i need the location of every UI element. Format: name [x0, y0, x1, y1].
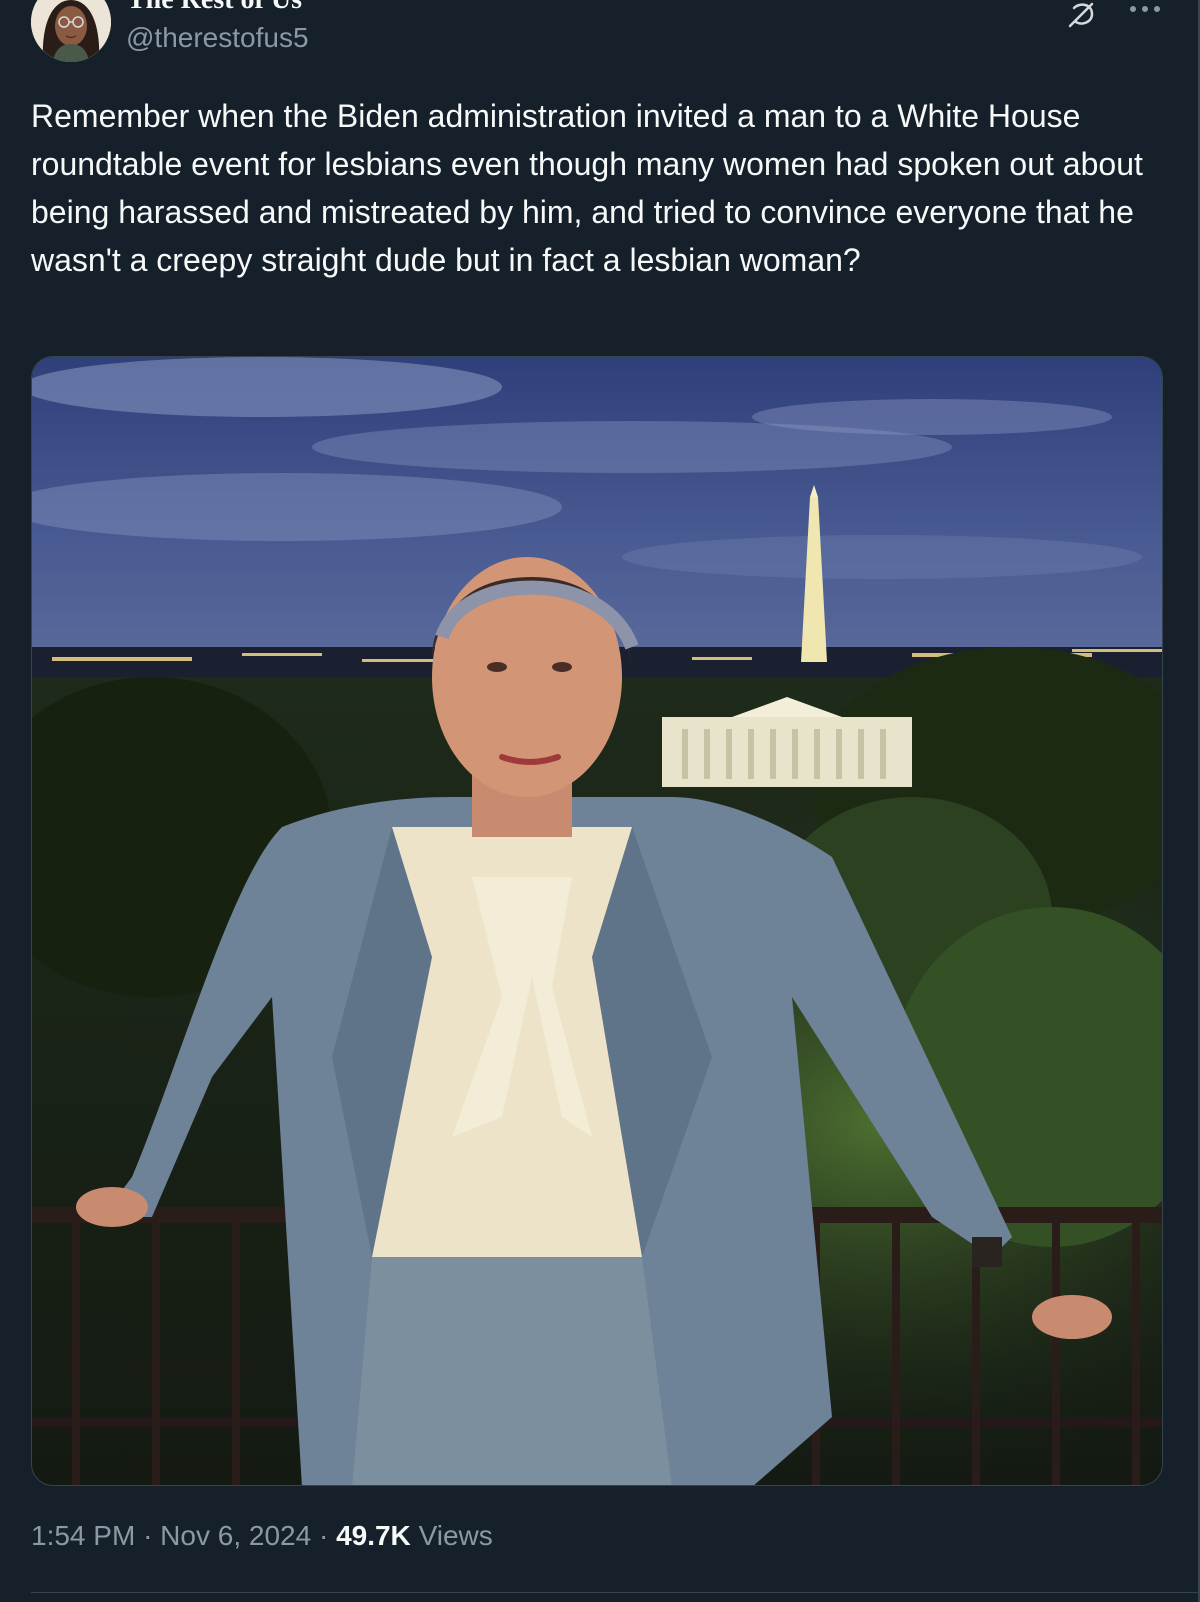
photo-illustration [32, 357, 1162, 1485]
tweet-meta: 1:54 PM · Nov 6, 2024 · 49.7K Views [31, 1520, 493, 1552]
grok-icon[interactable] [1064, 0, 1098, 30]
divider [31, 1592, 1200, 1593]
meta-separator: · [318, 1520, 329, 1551]
more-icon[interactable] [1128, 2, 1162, 16]
tweet-time[interactable]: 1:54 PM [31, 1520, 135, 1551]
views-label[interactable]: Views [419, 1520, 493, 1551]
meta-separator: · [143, 1520, 153, 1551]
views-count[interactable]: 49.7K [336, 1520, 411, 1551]
avatar[interactable] [31, 0, 111, 62]
author-display-name[interactable]: The Rest of Us [127, 0, 302, 16]
tweet-date[interactable]: Nov 6, 2024 [160, 1520, 311, 1551]
avatar-illustration [31, 0, 111, 62]
tweet-photo[interactable] [31, 356, 1163, 1486]
author-handle[interactable]: @therestofus5 [126, 22, 309, 54]
tweet: The Rest of Us @therestofus5 Remember wh… [0, 0, 1200, 1602]
tweet-text: Remember when the Biden administration i… [31, 98, 1143, 278]
